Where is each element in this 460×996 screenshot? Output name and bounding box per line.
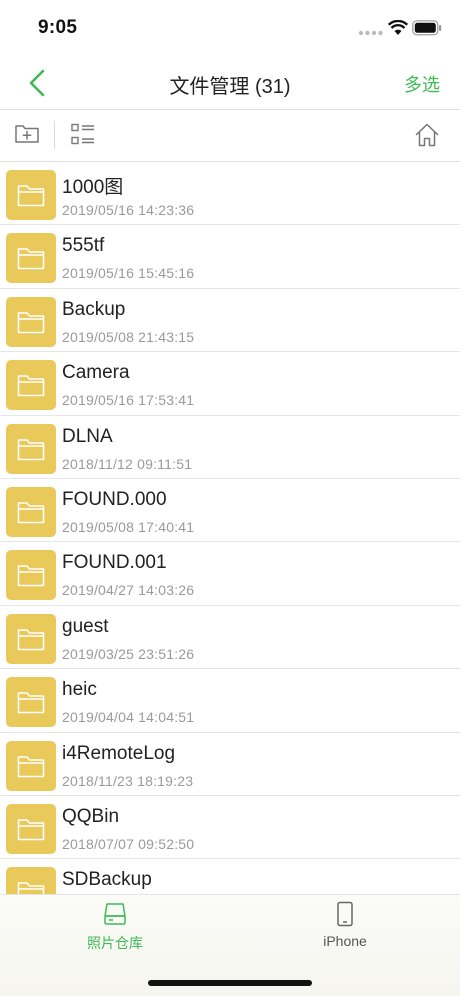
folder-row[interactable]: Backup 2019/05/08 21:43:15 bbox=[0, 289, 460, 353]
toolbar bbox=[0, 110, 460, 162]
folder-name: heic bbox=[62, 679, 97, 701]
tab-iphone-label: iPhone bbox=[323, 933, 367, 949]
file-list[interactable]: 1000图 2019/05/16 14:23:36 555tf 2019/05/16 … bbox=[0, 162, 460, 894]
folder-icon bbox=[6, 486, 56, 537]
folder-date: 2018/11/12 09:11:51 bbox=[62, 455, 193, 472]
list-view-button[interactable] bbox=[70, 122, 96, 153]
folder-date: 2019/05/16 15:45:16 bbox=[62, 265, 195, 282]
tab-photo-library-label: 照片仓库 bbox=[87, 935, 143, 951]
folder-row[interactable]: FOUND.001 2019/04/27 14:03:26 bbox=[0, 542, 460, 606]
folder-name: FOUND.001 bbox=[62, 552, 167, 574]
folder-name: i4RemoteLog bbox=[62, 742, 176, 764]
folder-name: Backup bbox=[62, 298, 126, 320]
folder-icon bbox=[6, 740, 56, 791]
tab-iphone[interactable]: iPhone bbox=[230, 901, 460, 961]
folder-name: 1000图 bbox=[62, 177, 124, 198]
status-bar: 9:05 bbox=[0, 0, 460, 56]
folder-date: 2019/05/16 17:53:41 bbox=[62, 392, 195, 409]
battery-icon bbox=[412, 20, 442, 36]
folder-date: 2019/03/25 23:51:26 bbox=[62, 645, 195, 662]
new-folder-button[interactable] bbox=[14, 122, 40, 149]
folder-date: 2018/07/07 09:52:50 bbox=[62, 835, 195, 852]
folder-row[interactable]: 555tf 2019/05/16 15:45:16 bbox=[0, 225, 460, 289]
new-folder-icon bbox=[15, 125, 39, 143]
folder-date: 2019/04/04 14:04:51 bbox=[62, 709, 195, 726]
folder-icon bbox=[6, 233, 56, 284]
folder-name: guest bbox=[62, 615, 109, 637]
list-view-icon bbox=[71, 123, 94, 145]
multi-select-button[interactable]: 多选 bbox=[404, 71, 440, 97]
folder-date: 2018/11/23 18:19:23 bbox=[62, 772, 194, 789]
home-button[interactable] bbox=[414, 122, 440, 153]
folder-row[interactable]: FOUND.000 2019/05/08 17:40:41 bbox=[0, 479, 460, 543]
toolbar-divider bbox=[54, 121, 55, 149]
folder-date: 2019/05/08 21:43:15 bbox=[62, 328, 195, 345]
folder-row[interactable]: i4RemoteLog 2018/11/23 18:19:23 bbox=[0, 733, 460, 796]
folder-row[interactable]: QQBin 2018/07/07 09:52:50 bbox=[0, 796, 460, 860]
folder-name: Camera bbox=[62, 362, 130, 384]
folder-name: FOUND.000 bbox=[62, 488, 167, 510]
folder-name: 555tf bbox=[62, 235, 105, 257]
drive-icon bbox=[104, 903, 126, 925]
folder-row[interactable]: 1000图 2019/05/16 14:23:36 bbox=[0, 162, 460, 226]
tab-photo-library[interactable]: 照片仓库 bbox=[0, 901, 230, 961]
folder-row[interactable]: SDBackup bbox=[0, 859, 460, 894]
status-time: 9:05 bbox=[38, 17, 78, 38]
folder-icon bbox=[6, 423, 56, 474]
folder-icon bbox=[6, 170, 56, 220]
folder-row[interactable]: heic 2019/04/04 14:04:51 bbox=[0, 669, 460, 733]
folder-date: 2019/05/16 14:23:36 bbox=[62, 202, 195, 218]
folder-icon bbox=[6, 550, 56, 601]
folder-icon bbox=[6, 296, 56, 347]
folder-date: 2019/04/27 14:03:26 bbox=[62, 582, 195, 599]
page-title: 文件管理 (31) bbox=[169, 76, 291, 98]
folder-row[interactable]: guest 2019/03/25 23:51:26 bbox=[0, 606, 460, 670]
folder-icon bbox=[6, 613, 56, 664]
folder-icon bbox=[6, 360, 56, 411]
folder-name: SDBackup bbox=[62, 869, 152, 891]
home-icon bbox=[415, 123, 439, 147]
wifi-icon bbox=[388, 20, 408, 35]
phone-icon bbox=[337, 901, 353, 927]
folder-icon bbox=[6, 803, 56, 854]
folder-icon bbox=[6, 677, 56, 728]
folder-name: QQBin bbox=[62, 805, 120, 827]
folder-row[interactable]: DLNA 2018/11/12 09:11:51 bbox=[0, 416, 460, 479]
folder-name: DLNA bbox=[62, 425, 113, 447]
navigation-bar: 文件管理 (31) 多选 bbox=[0, 56, 460, 110]
folder-icon bbox=[6, 867, 56, 894]
signal-dots-icon bbox=[358, 30, 383, 36]
folder-row[interactable]: Camera 2019/05/16 17:53:41 bbox=[0, 352, 460, 416]
home-indicator bbox=[148, 980, 312, 986]
folder-date: 2019/05/08 17:40:41 bbox=[62, 518, 195, 535]
